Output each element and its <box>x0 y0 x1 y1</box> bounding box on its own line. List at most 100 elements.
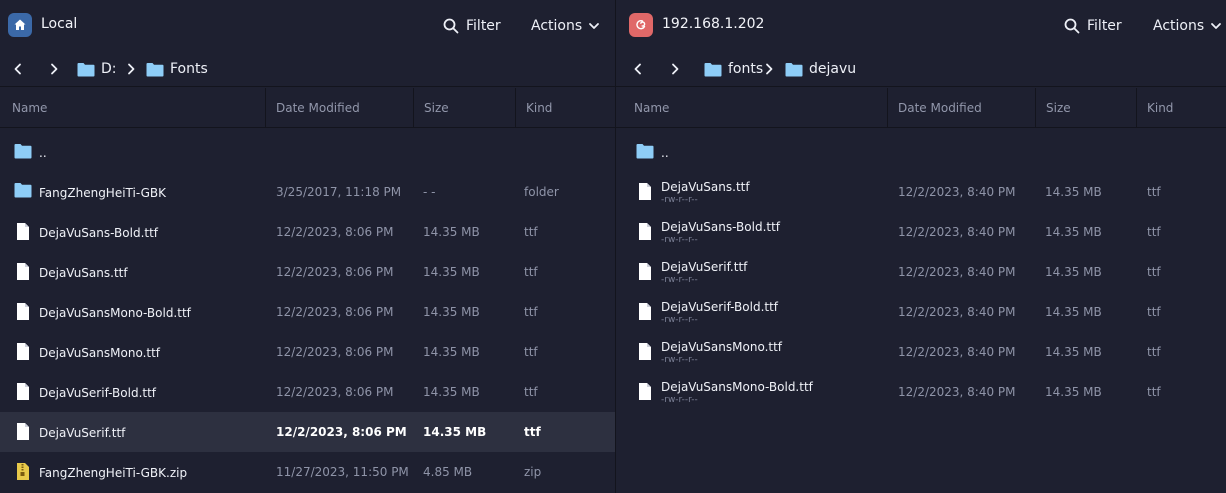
file-row[interactable]: DejaVuSans.ttf -rw-r--r-- 12/2/2023, 8:40 … <box>616 172 1226 212</box>
file-date-modified: 12/2/2023, 8:40 PM <box>898 345 1016 359</box>
file-row[interactable]: DejaVuSansMono-Bold.ttf 12/2/2023, 8:06 P… <box>0 292 615 332</box>
parent-directory-row[interactable]: .. <box>0 132 615 172</box>
file-name: DejaVuSansMono.ttf <box>661 340 783 354</box>
file-date-modified: 12/2/2023, 8:06 PM <box>276 305 394 319</box>
column-date-modified[interactable]: Date Modified <box>266 88 413 128</box>
file-name: DejaVuSansMono-Bold.ttf <box>39 306 191 320</box>
file-kind: ttf <box>524 425 541 439</box>
file-date-modified: 12/2/2023, 8:40 PM <box>898 305 1016 319</box>
file-size: 14.35 MB <box>1045 305 1102 319</box>
file-row[interactable]: FangZhengHeiTi-GBK 3/25/2017, 11:18 PM - -… <box>0 172 615 212</box>
remote-column-header: Name Date Modified Size Kind <box>616 88 1226 128</box>
file-kind: ttf <box>524 225 538 239</box>
breadcrumb-label: Fonts <box>170 61 208 77</box>
file-row[interactable]: DejaVuSansMono.ttf -rw-r--r-- 12/2/2023, 8… <box>616 332 1226 372</box>
file-icon <box>16 342 34 362</box>
search-icon <box>1064 18 1080 34</box>
file-kind: zip <box>524 465 542 479</box>
file-size: 14.35 MB <box>1045 345 1102 359</box>
file-permissions: -rw-r--r-- <box>661 395 698 405</box>
chevron-right-icon <box>763 60 775 78</box>
file-date-modified: 12/2/2023, 8:40 PM <box>898 185 1016 199</box>
file-date-modified: 12/2/2023, 8:06 PM <box>276 265 394 279</box>
file-icon <box>16 422 34 442</box>
remote-nav-bar: fonts dejavu <box>616 51 1226 87</box>
breadcrumb-fonts[interactable]: fonts <box>704 60 763 78</box>
parent-directory-label: .. <box>661 146 669 160</box>
file-row[interactable]: DejaVuSans-Bold.ttf -rw-r--r-- 12/2/2023, … <box>616 212 1226 252</box>
file-name: DejaVuSans.ttf <box>661 180 750 194</box>
breadcrumb-fonts[interactable]: Fonts <box>146 60 208 78</box>
file-row[interactable]: DejaVuSerif.ttf 12/2/2023, 8:06 PM 14.35 M… <box>0 412 615 452</box>
file-date-modified: 12/2/2023, 8:40 PM <box>898 225 1016 239</box>
chevron-right-icon <box>125 60 137 78</box>
back-button[interactable] <box>629 60 647 78</box>
file-date-modified: 12/2/2023, 8:06 PM <box>276 345 394 359</box>
back-button[interactable] <box>9 60 27 78</box>
column-name[interactable]: Name <box>2 88 265 128</box>
file-size: 14.35 MB <box>1045 385 1102 399</box>
file-permissions: -rw-r--r-- <box>661 355 698 365</box>
breadcrumb-drive[interactable]: D: <box>77 60 117 78</box>
local-filter-button[interactable]: Filter <box>443 14 501 38</box>
breadcrumb-label: fonts <box>728 61 764 77</box>
file-name: FangZhengHeiTi-GBK.zip <box>39 466 188 480</box>
local-actions-button[interactable]: Actions <box>531 14 600 38</box>
file-row[interactable]: DejaVuSans.ttf 12/2/2023, 8:06 PM 14.35 MB… <box>0 252 615 292</box>
file-kind: ttf <box>1147 225 1161 239</box>
file-kind: ttf <box>524 385 538 399</box>
file-size: 14.35 MB <box>1045 185 1102 199</box>
file-name: DejaVuSansMono.ttf <box>39 346 161 360</box>
column-kind[interactable]: Kind <box>516 88 615 128</box>
folder-icon <box>704 62 722 76</box>
file-row[interactable]: DejaVuSansMono.ttf 12/2/2023, 8:06 PM 14.3… <box>0 332 615 372</box>
file-permissions: -rw-r--r-- <box>661 315 698 325</box>
remote-pane: 192.168.1.202 Filter Actions fonts dejav… <box>616 0 1226 493</box>
forward-button[interactable] <box>45 60 63 78</box>
file-kind: ttf <box>524 305 538 319</box>
column-size[interactable]: Size <box>1036 88 1136 128</box>
file-row[interactable]: DejaVuSerif-Bold.ttf -rw-r--r-- 12/2/2023,… <box>616 292 1226 332</box>
file-size: 14.35 MB <box>1045 265 1102 279</box>
column-kind[interactable]: Kind <box>1137 88 1226 128</box>
file-date-modified: 12/2/2023, 8:06 PM <box>276 385 394 399</box>
breadcrumb-dejavu[interactable]: dejavu <box>785 60 856 78</box>
remote-filter-button[interactable]: Filter <box>1064 14 1122 38</box>
column-date-modified[interactable]: Date Modified <box>888 88 1035 128</box>
file-row[interactable]: FangZhengHeiTi-GBK.zip 11/27/2023, 11:50 … <box>0 452 615 492</box>
file-kind: folder <box>524 185 559 199</box>
file-icon <box>16 382 34 402</box>
file-kind: ttf <box>524 345 538 359</box>
file-row[interactable]: DejaVuSansMono-Bold.ttf -rw-r--r-- 12/2/20… <box>616 372 1226 412</box>
folder-icon <box>146 62 164 76</box>
filter-label: Filter <box>466 18 501 34</box>
parent-directory-label: .. <box>39 146 47 160</box>
folder-icon <box>636 143 654 163</box>
folder-icon <box>14 182 32 202</box>
file-kind: ttf <box>524 265 538 279</box>
column-name[interactable]: Name <box>624 88 887 128</box>
remote-title: 192.168.1.202 <box>662 16 765 32</box>
file-icon <box>638 222 656 242</box>
file-size: - - <box>423 185 436 199</box>
column-size[interactable]: Size <box>414 88 515 128</box>
file-icon <box>638 342 656 362</box>
file-kind: ttf <box>1147 385 1161 399</box>
file-kind: ttf <box>1147 305 1161 319</box>
file-icon <box>16 262 34 282</box>
file-name: DejaVuSans-Bold.ttf <box>661 220 781 234</box>
forward-button[interactable] <box>666 60 684 78</box>
local-pane: Local Filter Actions D: Fonts Name Date … <box>0 0 615 493</box>
parent-directory-row[interactable]: .. <box>616 132 1226 172</box>
file-icon <box>638 262 656 282</box>
chevron-down-icon <box>1211 23 1222 29</box>
chevron-left-icon <box>14 63 21 75</box>
folder-icon <box>77 62 95 76</box>
file-row[interactable]: DejaVuSerif.ttf -rw-r--r-- 12/2/2023, 8:40… <box>616 252 1226 292</box>
file-date-modified: 12/2/2023, 8:06 PM <box>276 425 407 439</box>
file-row[interactable]: DejaVuSans-Bold.ttf 12/2/2023, 8:06 PM 14.… <box>0 212 615 252</box>
remote-actions-button[interactable]: Actions <box>1153 14 1222 38</box>
file-row[interactable]: DejaVuSerif-Bold.ttf 12/2/2023, 8:06 PM 14… <box>0 372 615 412</box>
local-header: Local Filter Actions <box>0 0 615 51</box>
chevron-down-icon <box>589 23 600 29</box>
